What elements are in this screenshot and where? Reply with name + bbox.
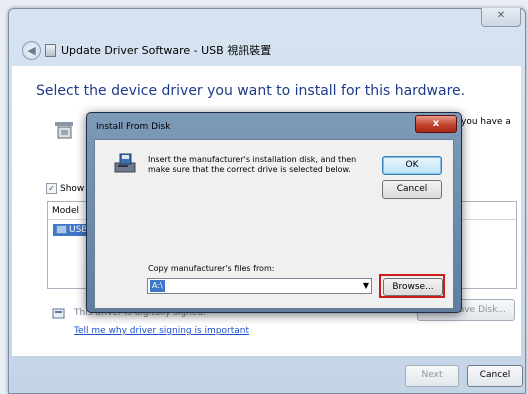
page-heading: Select the device driver you want to ins…	[36, 83, 466, 99]
window-close-button[interactable]: ✕	[481, 8, 521, 27]
instruction-text-partial: you have a	[461, 117, 511, 127]
ok-button[interactable]: OK	[382, 156, 442, 175]
device-icon	[56, 225, 67, 234]
window-title: Update Driver Software - USB 視訊裝置	[61, 44, 272, 57]
wizard-titlebar: ◀ Update Driver Software - USB 視訊裝置	[22, 40, 516, 62]
list-item-label: USB	[69, 225, 88, 235]
copy-files-label: Copy manufacturer's files from:	[148, 264, 275, 273]
show-compatible-label: Show	[60, 184, 85, 194]
dialog-cancel-button[interactable]: Cancel	[382, 180, 442, 199]
browse-button[interactable]: Browse...	[383, 278, 443, 296]
dialog-instructions: Insert the manufacturer's installation d…	[148, 155, 357, 174]
footer-divider	[12, 356, 521, 357]
dialog-title: Install From Disk	[96, 122, 171, 132]
driver-signing-link[interactable]: Tell me why driver signing is important	[74, 326, 249, 336]
disk-drive-icon	[114, 153, 136, 173]
cancel-button[interactable]: Cancel	[467, 365, 523, 387]
path-combobox[interactable]: A:\ ▼	[147, 278, 372, 294]
driver-icon	[45, 44, 56, 57]
path-value: A:\	[150, 280, 165, 292]
chevron-down-icon[interactable]: ▼	[363, 279, 369, 293]
next-button[interactable]: Next	[405, 365, 459, 387]
signed-driver-icon	[52, 308, 65, 319]
show-compatible-checkbox[interactable]: ✓	[46, 183, 57, 194]
back-arrow-icon[interactable]: ◀	[22, 41, 41, 60]
show-compatible-row: ✓ Show	[46, 183, 84, 194]
dialog-close-button[interactable]: x	[415, 115, 457, 133]
hardware-icon	[55, 122, 73, 139]
list-item[interactable]: USB	[53, 224, 91, 236]
